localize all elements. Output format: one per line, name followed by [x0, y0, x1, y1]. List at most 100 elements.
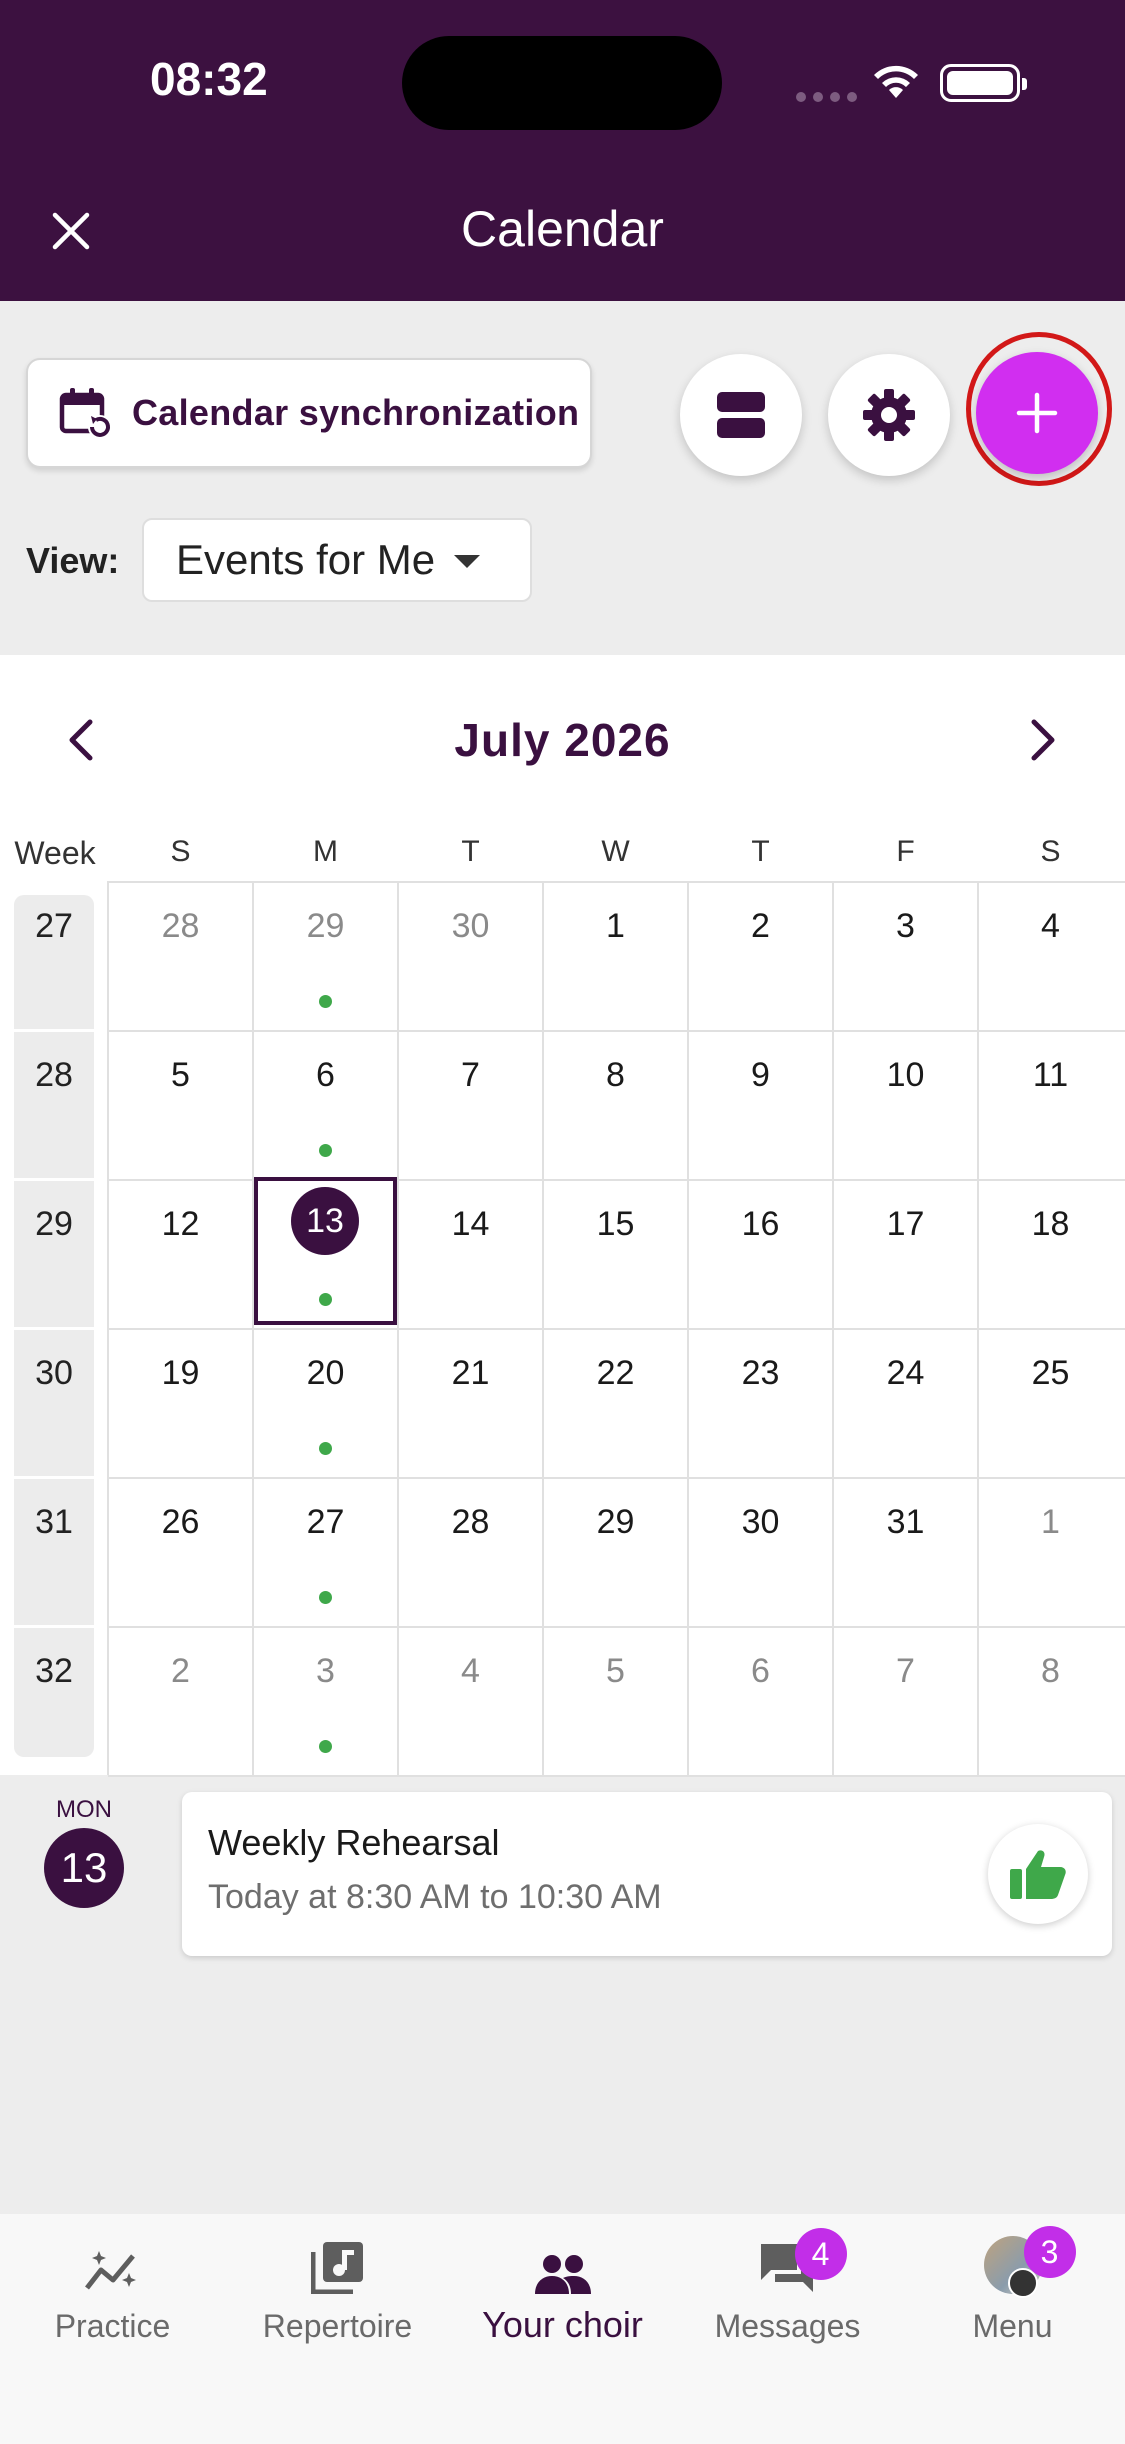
view-selected-value: Events for Me	[176, 536, 436, 583]
event-time: Today at 8:30 AM to 10:30 AM	[208, 1878, 662, 1916]
weekday-header: T	[751, 835, 770, 868]
music-library-icon	[310, 2242, 363, 2294]
event-indicator-dot	[319, 1740, 332, 1753]
grid-line	[107, 881, 109, 1775]
day-cell[interactable]: 20	[253, 1354, 398, 1393]
day-cell[interactable]: 1	[543, 907, 688, 946]
day-cell[interactable]: 4	[978, 907, 1123, 946]
week-divider	[14, 1327, 94, 1330]
event-indicator-dot	[319, 1591, 332, 1604]
plus-icon	[1016, 392, 1058, 434]
week-number: 31	[35, 1503, 73, 1541]
day-cell[interactable]: 10	[833, 1056, 978, 1095]
day-cell[interactable]: 28	[108, 907, 253, 946]
settings-button[interactable]	[828, 354, 950, 476]
day-cell[interactable]: 18	[978, 1205, 1123, 1244]
grid-line	[108, 881, 1125, 883]
day-cell[interactable]: 3	[833, 907, 978, 946]
day-cell[interactable]: 7	[833, 1652, 978, 1691]
calendar-sync-button[interactable]: Calendar synchronization	[26, 358, 592, 468]
grid-line	[108, 1030, 1125, 1032]
practice-chart-icon	[84, 2251, 136, 2290]
weekday-header: S	[1040, 835, 1061, 868]
week-divider	[14, 1476, 94, 1479]
day-cell[interactable]: 30	[688, 1503, 833, 1542]
nav-messages[interactable]: 4 Messages	[675, 2228, 900, 2345]
week-column-header: Week	[14, 835, 96, 871]
day-cell[interactable]: 3	[253, 1652, 398, 1691]
gear-icon	[863, 389, 915, 441]
day-cell[interactable]: 12	[108, 1205, 253, 1244]
day-cell[interactable]: 30	[398, 907, 543, 946]
day-cell[interactable]: 29	[543, 1503, 688, 1542]
add-event-button[interactable]	[976, 352, 1098, 474]
thumbs-up-icon	[1010, 1850, 1066, 1899]
nav-messages-label: Messages	[714, 2308, 861, 2344]
week-number: 28	[35, 1056, 73, 1094]
grid-line	[542, 881, 544, 1775]
week-divider	[14, 1029, 94, 1032]
day-cell[interactable]: 2	[688, 907, 833, 946]
event-indicator-dot	[319, 1293, 332, 1306]
day-cell[interactable]: 22	[543, 1354, 688, 1393]
day-cell[interactable]: 25	[978, 1354, 1123, 1393]
day-cell[interactable]: 5	[543, 1652, 688, 1691]
day-cell[interactable]: 1	[978, 1503, 1123, 1542]
day-cell[interactable]: 29	[253, 907, 398, 946]
day-cell[interactable]: 2	[108, 1652, 253, 1691]
view-dropdown[interactable]: Events for Me	[142, 518, 532, 602]
day-cell[interactable]: 6	[688, 1652, 833, 1691]
nav-menu[interactable]: 3 Menu	[900, 2226, 1125, 2345]
nav-repertoire-label: Repertoire	[262, 2308, 413, 2344]
caret-down-icon	[454, 555, 480, 568]
day-cell[interactable]: 24	[833, 1354, 978, 1393]
week-number: 29	[35, 1205, 73, 1243]
nav-menu-label: Menu	[972, 2308, 1053, 2344]
day-cell[interactable]: 17	[833, 1205, 978, 1244]
status-time: 08:32	[150, 53, 268, 105]
day-cell[interactable]: 8	[543, 1056, 688, 1095]
today-day-cell[interactable]: 13	[291, 1187, 359, 1255]
event-day-label: MON	[56, 1796, 112, 1823]
view-label: View:	[26, 540, 120, 581]
day-cell[interactable]: 28	[398, 1503, 543, 1542]
grid-line	[108, 1477, 1125, 1479]
day-cell[interactable]: 4	[398, 1652, 543, 1691]
nav-your-choir[interactable]: Your choir	[450, 2234, 675, 2346]
day-cell[interactable]: 8	[978, 1652, 1123, 1691]
day-cell[interactable]: 27	[253, 1503, 398, 1542]
day-cell[interactable]: 11	[978, 1056, 1123, 1095]
event-card[interactable]: Weekly Rehearsal Today at 8:30 AM to 10:…	[182, 1792, 1112, 1956]
weekday-header: W	[601, 835, 630, 868]
day-cell[interactable]: 26	[108, 1503, 253, 1542]
day-cell[interactable]: 6	[253, 1056, 398, 1095]
grid-line	[397, 881, 399, 1775]
day-cell[interactable]: 14	[398, 1205, 543, 1244]
nav-repertoire[interactable]: Repertoire	[225, 2234, 450, 2345]
day-cell[interactable]: 5	[108, 1056, 253, 1095]
attendance-like-button[interactable]	[988, 1824, 1088, 1924]
chevron-right-icon	[1031, 719, 1055, 761]
day-cell[interactable]: 19	[108, 1354, 253, 1393]
week-divider	[14, 1178, 94, 1181]
calendar-sync-icon	[59, 388, 112, 439]
menu-icon	[1007, 2268, 1038, 2298]
event-day-number: 13	[44, 1828, 124, 1908]
dynamic-island	[402, 36, 722, 130]
week-number: 32	[35, 1652, 73, 1690]
view-toggle-button[interactable]	[680, 354, 802, 476]
next-month-button[interactable]	[1008, 705, 1078, 775]
week-number: 27	[35, 907, 73, 945]
day-cell[interactable]: 7	[398, 1056, 543, 1095]
day-cell[interactable]: 15	[543, 1205, 688, 1244]
grid-line	[832, 881, 834, 1775]
day-cell[interactable]: 16	[688, 1205, 833, 1244]
week-number: 30	[35, 1354, 73, 1392]
nav-practice[interactable]: Practice	[0, 2234, 225, 2345]
day-cell[interactable]: 21	[398, 1354, 543, 1393]
day-cell[interactable]: 31	[833, 1503, 978, 1542]
day-cell[interactable]: 23	[688, 1354, 833, 1393]
weekday-header: M	[313, 835, 338, 868]
event-indicator-dot	[319, 995, 332, 1008]
day-cell[interactable]: 9	[688, 1056, 833, 1095]
